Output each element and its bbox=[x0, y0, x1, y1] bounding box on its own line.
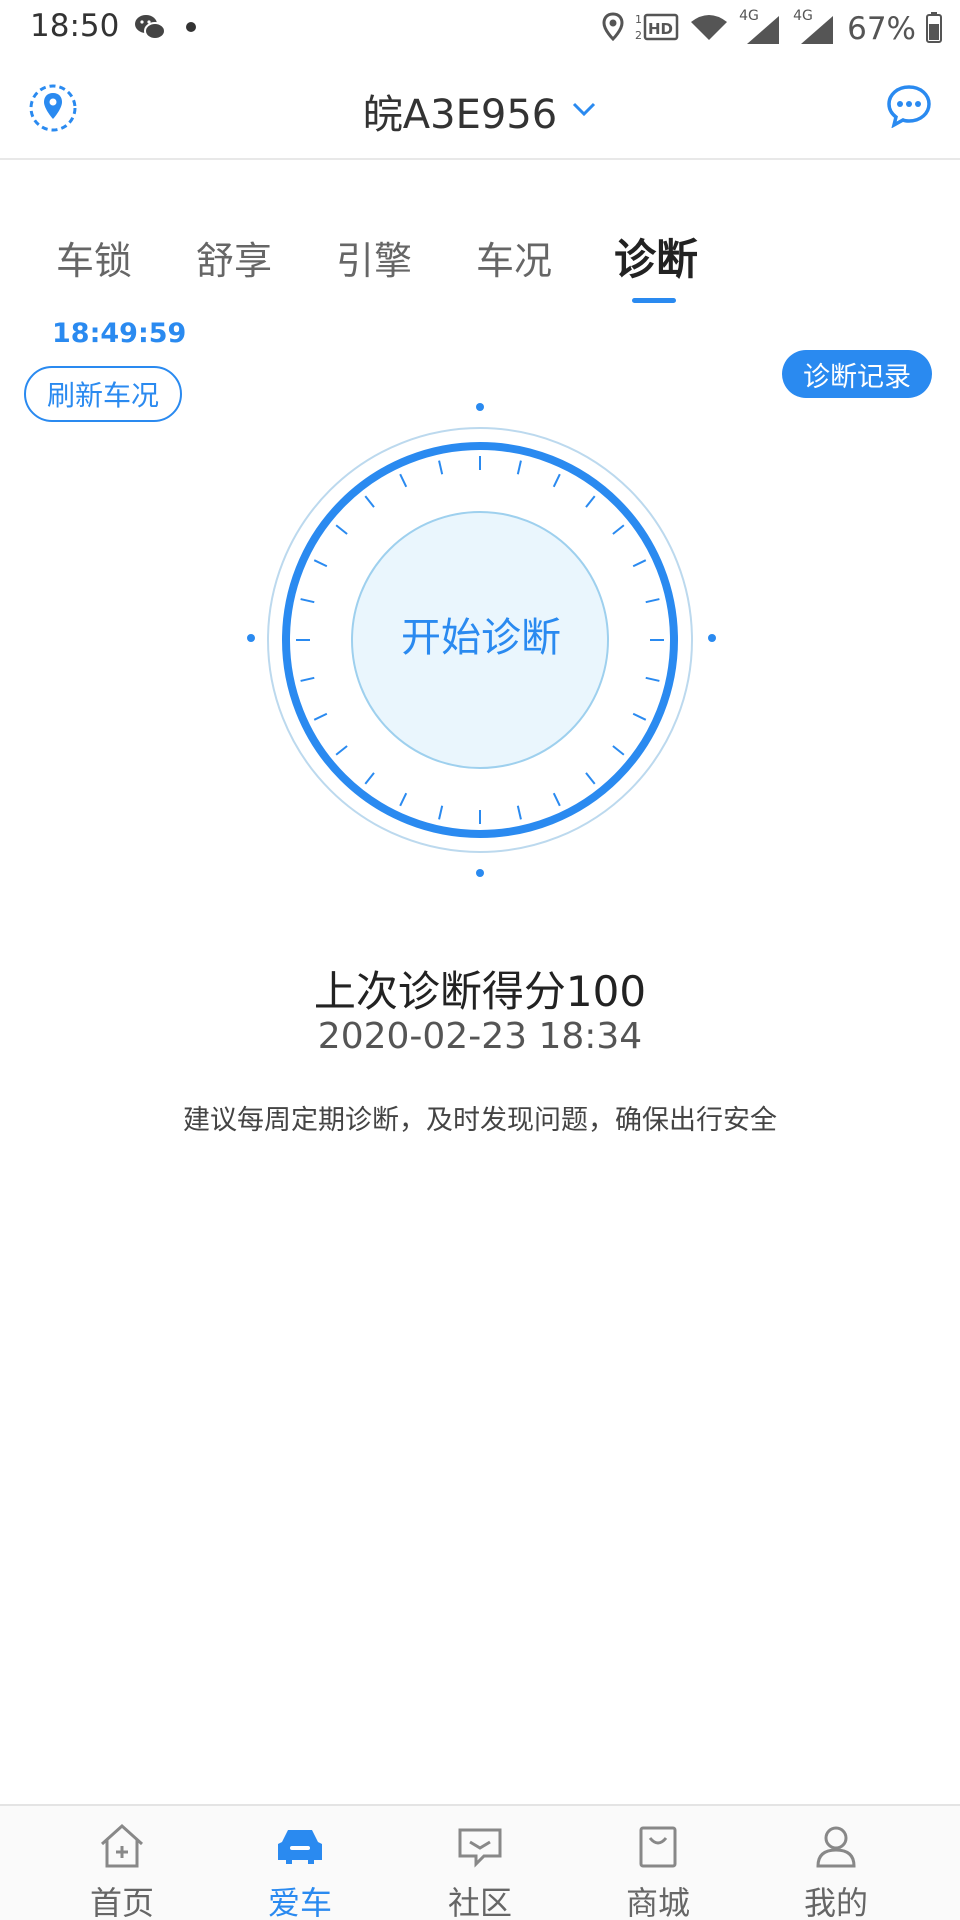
dial-tick bbox=[585, 772, 596, 785]
nav-item-my-car[interactable]: 爱车 bbox=[240, 1814, 360, 1920]
nav-label: 我的 bbox=[803, 1884, 868, 1920]
tab-engine[interactable]: 引擎 bbox=[336, 230, 412, 285]
nav-item-profile[interactable]: 我的 bbox=[776, 1814, 896, 1920]
nav-item-community[interactable]: 社区 bbox=[420, 1814, 540, 1920]
dial-tick bbox=[399, 792, 408, 807]
dial-tick bbox=[632, 559, 647, 568]
last-score-text: 上次诊断得分100 bbox=[313, 967, 647, 1016]
chat-bubble-icon[interactable] bbox=[886, 84, 932, 132]
svg-text:HD: HD bbox=[648, 20, 673, 38]
header-bar: 皖A3E956 bbox=[0, 58, 960, 160]
last-score-date: 2020-02-23 18:34 bbox=[317, 1016, 643, 1057]
nav-label: 商城 bbox=[625, 1884, 690, 1920]
dial-tick bbox=[612, 745, 625, 756]
wifi-icon bbox=[689, 12, 729, 46]
car-icon bbox=[274, 1820, 326, 1872]
dial-tick bbox=[585, 495, 596, 508]
dial-tick bbox=[612, 524, 625, 535]
notification-dot bbox=[186, 22, 196, 32]
start-diagnosis-button[interactable]: 开始诊断 bbox=[336, 605, 626, 663]
dial-tick bbox=[364, 772, 375, 785]
wechat-icon bbox=[134, 12, 166, 46]
dial-tick bbox=[313, 712, 328, 721]
dial-tick bbox=[300, 676, 315, 682]
dial-tick bbox=[399, 473, 408, 488]
community-icon bbox=[454, 1820, 506, 1872]
tab-comfort[interactable]: 舒享 bbox=[196, 230, 272, 285]
dial-tick bbox=[313, 559, 328, 568]
signal-4g-icon: 4G bbox=[793, 8, 837, 46]
battery-icon bbox=[926, 11, 942, 47]
tab-bar: 车锁 舒享 引擎 车况 诊断 bbox=[0, 230, 960, 310]
dial-tick bbox=[645, 598, 660, 604]
tab-car-lock[interactable]: 车锁 bbox=[56, 230, 132, 285]
bottom-navigation: 首页 爱车 社区 商城 我的 bbox=[0, 1804, 960, 1920]
nav-label: 爱车 bbox=[267, 1884, 332, 1920]
dial-tick bbox=[335, 524, 348, 535]
chevron-down-icon bbox=[571, 100, 597, 122]
dial-tick bbox=[632, 712, 647, 721]
battery-percent: 67% bbox=[847, 11, 916, 47]
page-title: 皖A3E956 bbox=[362, 92, 558, 138]
dial-tick bbox=[438, 805, 444, 820]
vehicle-selector[interactable]: 皖A3E956 bbox=[0, 82, 960, 140]
tab-car-status[interactable]: 车况 bbox=[476, 230, 552, 285]
active-tab-indicator bbox=[632, 298, 676, 303]
nav-label: 首页 bbox=[89, 1884, 154, 1920]
home-icon bbox=[96, 1820, 148, 1872]
dial-dot-top bbox=[476, 403, 484, 411]
status-icons: 1 2 HD 4G 4G 67% bbox=[601, 8, 942, 50]
svg-text:1: 1 bbox=[635, 13, 642, 26]
location-icon bbox=[601, 12, 625, 46]
dial-dot-left bbox=[247, 634, 255, 642]
dial-dot-right bbox=[708, 634, 716, 642]
nav-item-home[interactable]: 首页 bbox=[62, 1814, 182, 1920]
svg-text:2: 2 bbox=[635, 29, 642, 42]
refresh-status-button[interactable]: 刷新车况 bbox=[24, 366, 182, 422]
status-time: 18:50 bbox=[30, 8, 120, 44]
dial-tick bbox=[364, 495, 375, 508]
dial-tick bbox=[645, 676, 660, 682]
nav-item-shop[interactable]: 商城 bbox=[598, 1814, 718, 1920]
status-bar: 18:50 1 2 HD 4G 4G 67% bbox=[0, 0, 960, 58]
tab-diagnosis[interactable]: 诊断 bbox=[614, 226, 698, 287]
dial-tick bbox=[300, 598, 315, 604]
advice-text: 建议每周定期诊断，及时发现问题，确保出行安全 bbox=[183, 1105, 777, 1136]
dial-tick bbox=[438, 460, 444, 475]
diagnosis-records-button[interactable]: 诊断记录 bbox=[782, 350, 932, 398]
dial-tick bbox=[552, 473, 561, 488]
shop-bag-icon bbox=[632, 1820, 684, 1872]
dial-tick bbox=[552, 792, 561, 807]
dial-tick bbox=[335, 745, 348, 756]
profile-icon bbox=[810, 1820, 862, 1872]
dial-tick bbox=[516, 805, 522, 820]
hd-icon: 1 2 HD bbox=[635, 11, 679, 47]
nav-label: 社区 bbox=[447, 1884, 512, 1920]
signal-4g-icon: 4G bbox=[739, 8, 783, 46]
dial-dot-bottom bbox=[476, 869, 484, 877]
refresh-timestamp: 18:49:59 bbox=[52, 318, 187, 349]
dial-tick bbox=[516, 460, 522, 475]
